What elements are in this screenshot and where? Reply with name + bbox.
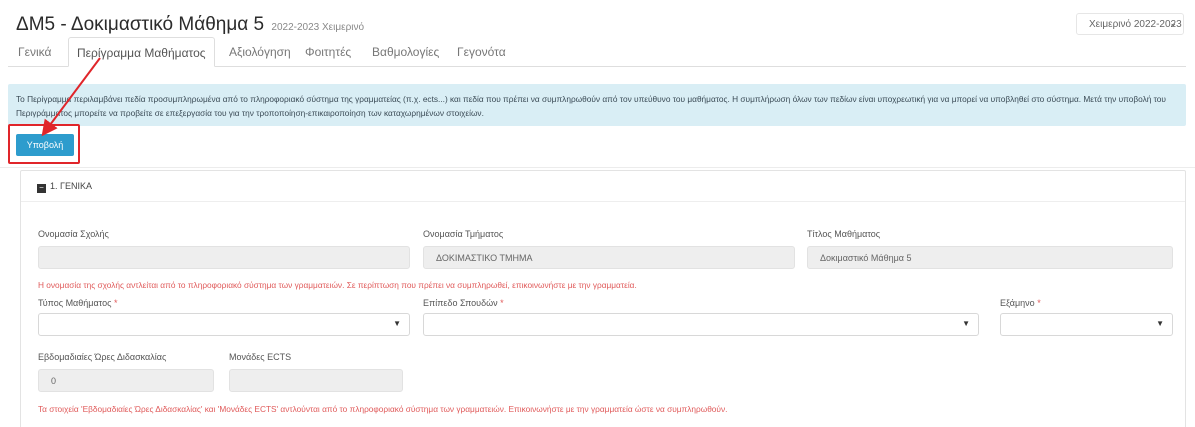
course-type-label: Τύπος Μαθήματος * (38, 298, 117, 308)
study-level-select[interactable]: ▼ (423, 313, 979, 336)
tab-events[interactable]: Γεγονότα (449, 37, 514, 67)
minus-square-icon[interactable]: − (37, 184, 46, 193)
caret-down-icon: ▼ (962, 319, 970, 328)
page-title: ΔΜ5 - Δοκιμαστικό Μάθημα 5 2022-2023 Χει… (16, 14, 364, 36)
required-asterisk: * (500, 298, 504, 308)
semester-select-value: Χειμερινό 2022-2023 (1089, 19, 1182, 30)
weekly-hours-label: Εβδομαδιαίες Ώρες Διδασκαλίας (38, 352, 167, 362)
weekly-hours-field: 0 (38, 369, 214, 392)
department-name-label: Ονομασία Τμήματος (423, 229, 504, 239)
course-type-select[interactable]: ▼ (38, 313, 410, 336)
caret-down-icon: ▼ (1156, 319, 1164, 328)
tab-grades[interactable]: Βαθμολογίες (364, 37, 447, 67)
tab-course-outline[interactable]: Περίγραμμα Μαθήματος (68, 37, 215, 67)
chevron-down-icon: ⌄ (1169, 18, 1177, 28)
submit-button[interactable]: Υποβολή (16, 134, 74, 156)
caret-down-icon: ▼ (393, 319, 401, 328)
tab-general[interactable]: Γενικά (10, 37, 59, 67)
info-alert-text: Το Περίγραμμα περιλαμβάνει πεδία προσυμπ… (16, 94, 1166, 118)
course-title-label: Τίτλος Μαθήματος (807, 229, 881, 239)
ects-field (229, 369, 403, 392)
tab-students[interactable]: Φοιτητές (297, 37, 359, 67)
course-title-text: ΔΜ5 - Δοκιμαστικό Μάθημα 5 (16, 14, 265, 35)
header: ΔΜ5 - Δοκιμαστικό Μάθημα 5 2022-2023 Χει… (16, 10, 1186, 40)
course-subtitle: 2022-2023 Χειμερινό (271, 22, 365, 33)
school-name-field (38, 246, 410, 269)
course-tabs: Γενικά Περίγραμμα Μαθήματος Αξιολόγηση Φ… (8, 37, 1186, 67)
tab-assessment[interactable]: Αξιολόγηση (221, 37, 299, 67)
section-header[interactable]: −1. ΓΕΝΙΚΑ (37, 181, 92, 193)
section-title: 1. ΓΕΝΙΚΑ (50, 181, 92, 191)
divider (0, 167, 1195, 168)
panel-divider (21, 201, 1185, 202)
semester-select[interactable]: Χειμερινό 2022-2023 ⌄ (1076, 13, 1184, 35)
required-asterisk: * (113, 298, 118, 308)
study-level-label: Επίπεδο Σπουδών * (423, 298, 504, 308)
info-alert: Το Περίγραμμα περιλαμβάνει πεδία προσυμπ… (8, 84, 1186, 126)
department-name-field: ΔΟΚΙΜΑΣΤΙΚΟ ΤΜΗΜΑ (423, 246, 795, 269)
course-title-field: Δοκιμαστικό Μάθημα 5 (807, 246, 1173, 269)
study-level-label-text: Επίπεδο Σπουδών (423, 298, 498, 308)
ects-label: Μονάδες ECTS (229, 352, 292, 362)
school-name-label: Ονομασία Σχολής (38, 229, 109, 239)
section-general-panel: −1. ΓΕΝΙΚΑ Ονομασία Σχολής Ονομασία Τμήμ… (20, 170, 1186, 427)
required-asterisk: * (1037, 298, 1041, 308)
course-type-label-text: Τύπος Μαθήματος (38, 298, 112, 308)
page: ΔΜ5 - Δοκιμαστικό Μάθημα 5 2022-2023 Χει… (0, 0, 1195, 427)
hours-ects-warning: Τα στοιχεία 'Εβδομαδιαίες Ώρες Διδασκαλί… (38, 404, 728, 414)
school-name-warning: Η ονομασία της σχολής αντλείται από το π… (38, 280, 637, 290)
semester-label: Εξάμηνο * (1000, 298, 1041, 308)
semester-label-text: Εξάμηνο (1000, 298, 1035, 308)
semester-field-select[interactable]: ▼ (1000, 313, 1173, 336)
